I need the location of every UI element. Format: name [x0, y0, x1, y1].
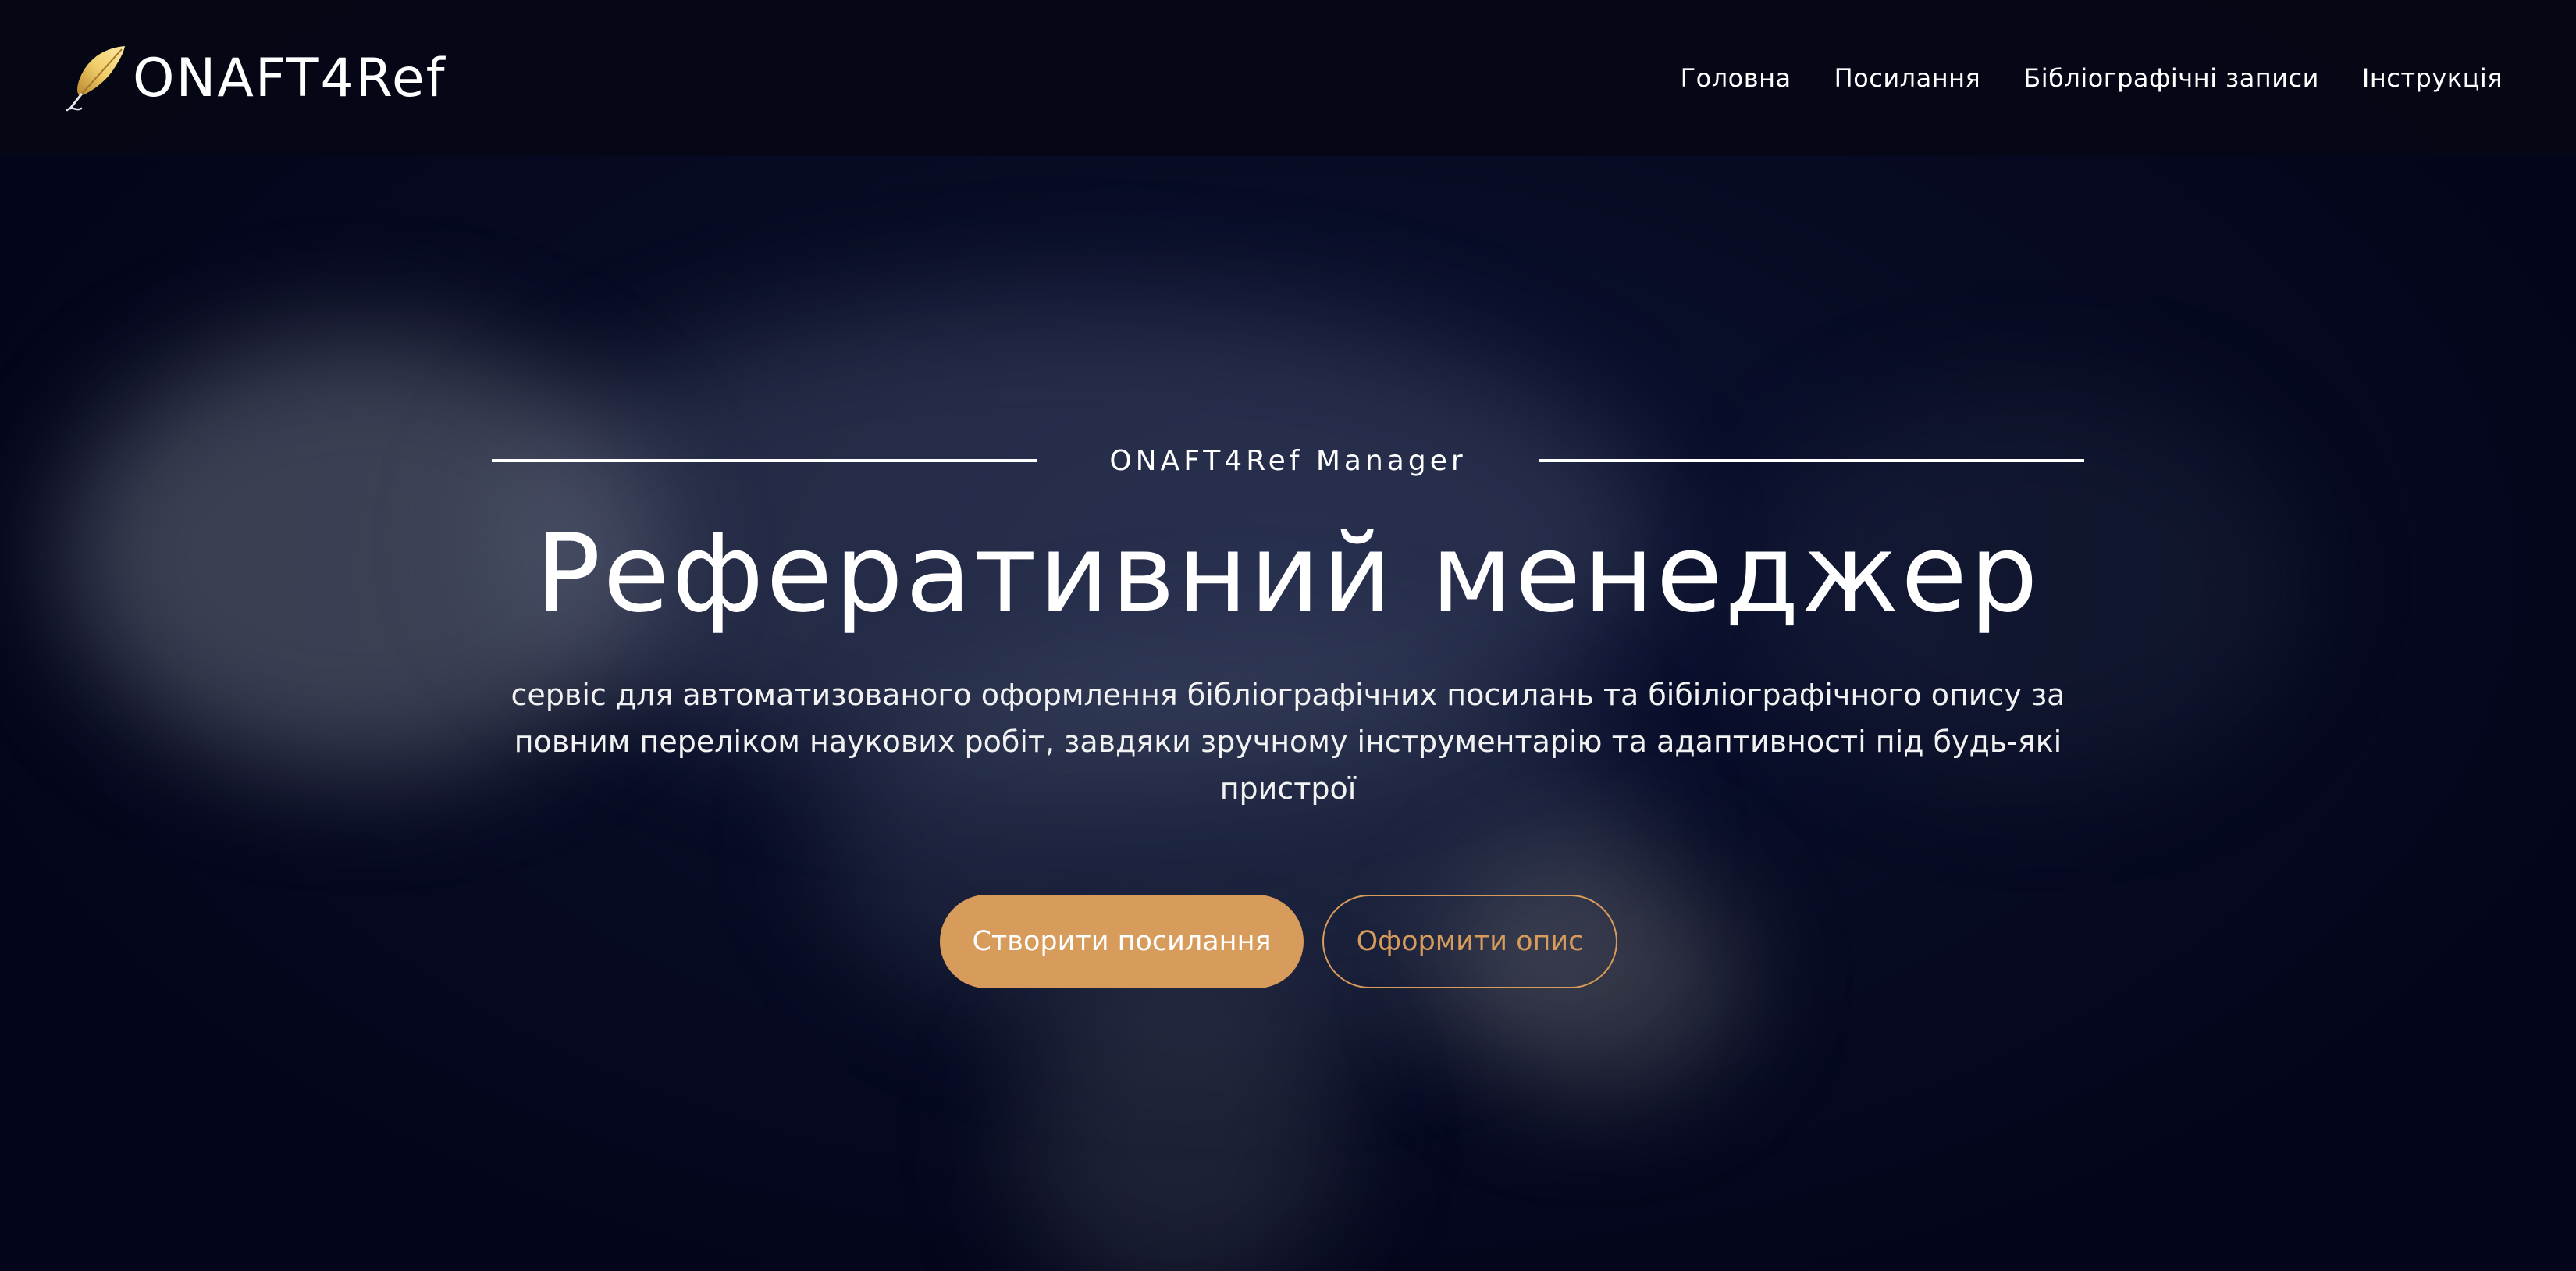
hero-eyebrow: ONAFT4Ref Manager	[492, 437, 2085, 484]
nav-link-home[interactable]: Головна	[1681, 63, 1791, 93]
brand-logo-link[interactable]: ONAFT4Ref	[64, 43, 447, 113]
create-reference-button[interactable]: Створити посилання	[940, 895, 1304, 988]
quill-feather-icon	[66, 46, 125, 112]
nav-link-references[interactable]: Посилання	[1834, 63, 1981, 93]
divider-right	[1538, 459, 2085, 462]
hero-description: сервіс для автоматизованого оформлення б…	[511, 678, 2065, 806]
nav-menu: Головна Посилання Бібліографічні записи …	[1681, 55, 2503, 101]
divider-left	[492, 459, 1038, 462]
hero-eyebrow-text: ONAFT4Ref Manager	[1109, 444, 1467, 477]
nav-link-bibliography[interactable]: Бібліографічні записи	[2023, 63, 2319, 93]
brand-name: ONAFT4Ref	[133, 47, 447, 109]
navbar: ONAFT4Ref Головна Посилання Бібліографіч…	[0, 0, 2576, 156]
nav-link-instructions[interactable]: Інструкція	[2362, 63, 2503, 93]
hero-title: Реферативний менеджер	[535, 511, 2041, 636]
format-description-button[interactable]: Оформити опис	[1322, 895, 1617, 988]
